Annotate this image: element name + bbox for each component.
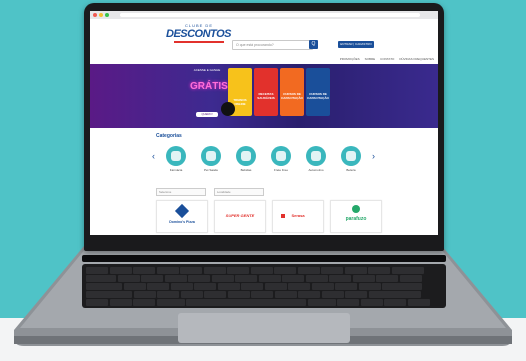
maximize-dot-icon[interactable] bbox=[105, 13, 109, 17]
store-name: Serasa bbox=[291, 213, 305, 218]
category-icon-circle bbox=[236, 146, 256, 166]
category-icon-circle bbox=[271, 146, 291, 166]
categories-title: Categorias bbox=[156, 133, 182, 139]
category-bebidas[interactable]: Bebidas bbox=[235, 146, 257, 178]
store-name: Domino's Pizza bbox=[169, 220, 195, 224]
category-icon-circle bbox=[166, 146, 186, 166]
category-label: Bebidas bbox=[240, 168, 252, 172]
store-name: parafuzo bbox=[345, 216, 367, 222]
chevron-left-icon[interactable]: ‹ bbox=[152, 151, 155, 161]
category-label: Automotivo bbox=[308, 168, 324, 172]
store-card-parafuzo[interactable]: parafuzo bbox=[330, 200, 382, 233]
category-icon-circle bbox=[341, 146, 361, 166]
promo-banner[interactable]: ACESSE E GANHE GRÁTIS QUERO! TREINOS ONL… bbox=[90, 64, 438, 128]
logo-underline bbox=[174, 41, 224, 43]
category-beleza[interactable]: Beleza bbox=[340, 146, 362, 178]
banner-small-text: ACESSE E GANHE bbox=[193, 68, 221, 72]
banner-left: ACESSE E GANHE GRÁTIS QUERO! bbox=[190, 68, 228, 120]
close-dot-icon[interactable] bbox=[93, 13, 97, 17]
address-bar[interactable] bbox=[120, 13, 420, 17]
chevron-right-icon[interactable]: › bbox=[372, 151, 375, 161]
nav-item-promocoes[interactable]: PROMOÇÕES bbox=[340, 57, 360, 61]
main-nav: PROMOÇÕES SOBRE CONTATO DÚVIDAS FREQUENT… bbox=[284, 57, 434, 61]
store-name: SUPER GENTE bbox=[225, 213, 255, 218]
filter-select-2[interactable]: Localidade bbox=[214, 188, 264, 196]
category-pet-saude[interactable]: Pet Saúde bbox=[200, 146, 222, 178]
key-row-5 bbox=[86, 299, 430, 306]
store-card-supergente[interactable]: SUPER GENTE bbox=[214, 200, 266, 233]
key-row-3 bbox=[86, 283, 422, 290]
banner-gratis-text: GRÁTIS bbox=[190, 81, 228, 92]
kettlebell-icon bbox=[221, 102, 235, 116]
banner-tile-receitas[interactable]: RECEITAS SAUDÁVEIS bbox=[254, 68, 278, 116]
keyboard bbox=[82, 264, 446, 308]
laptop-screen: CLUBE DE DESCONTOS O que está procurando… bbox=[90, 11, 438, 235]
banner-cta-button[interactable]: QUERO! bbox=[196, 112, 218, 117]
filter-select-1[interactable]: Selecione bbox=[156, 188, 206, 196]
parafuzo-logo-icon bbox=[352, 205, 360, 213]
banner-tile-cursos-2[interactable]: CURSOS DE CAPACITAÇÃO bbox=[306, 68, 330, 116]
key-row-1 bbox=[86, 267, 424, 274]
category-label: Beleza bbox=[346, 168, 356, 172]
category-icon-circle bbox=[306, 146, 326, 166]
category-frete-free[interactable]: Frete Free bbox=[270, 146, 292, 178]
trackpad bbox=[178, 313, 350, 343]
key-row-2 bbox=[86, 275, 422, 282]
category-icon-circle bbox=[201, 146, 221, 166]
search-button[interactable]: Q bbox=[309, 40, 318, 49]
store-card-dominos[interactable]: Domino's Pizza bbox=[156, 200, 208, 233]
tile-label: CURSOS DE CAPACITAÇÃO bbox=[307, 92, 329, 100]
dominos-logo-icon bbox=[174, 203, 190, 219]
search-input[interactable]: O que está procurando? bbox=[232, 40, 313, 50]
touch-bar bbox=[82, 255, 446, 262]
tile-label: RECEITAS SAUDÁVEIS bbox=[257, 92, 275, 100]
site-logo[interactable]: DESCONTOS bbox=[166, 28, 231, 40]
category-automotivo[interactable]: Automotivo bbox=[305, 146, 327, 178]
minimize-dot-icon[interactable] bbox=[99, 13, 103, 17]
category-label: Pet Saúde bbox=[203, 168, 218, 172]
key-row-4 bbox=[86, 291, 421, 298]
category-label: Frete Free bbox=[273, 168, 288, 172]
nav-item-sobre[interactable]: SOBRE bbox=[365, 57, 376, 61]
nav-item-contato[interactable]: CONTATO bbox=[380, 57, 394, 61]
category-label: Farmácia bbox=[169, 168, 183, 172]
store-card-serasa[interactable]: Serasa bbox=[272, 200, 324, 233]
tile-label: CURSOS DE CAPACITAÇÃO bbox=[281, 92, 303, 100]
login-button[interactable]: ENTRAR | CADASTRO bbox=[338, 41, 374, 48]
category-farmacia[interactable]: Farmácia bbox=[165, 146, 187, 178]
nav-item-duvidas[interactable]: DÚVIDAS FREQUENTES bbox=[399, 57, 434, 61]
banner-tile-cursos-1[interactable]: CURSOS DE CAPACITAÇÃO bbox=[280, 68, 304, 116]
